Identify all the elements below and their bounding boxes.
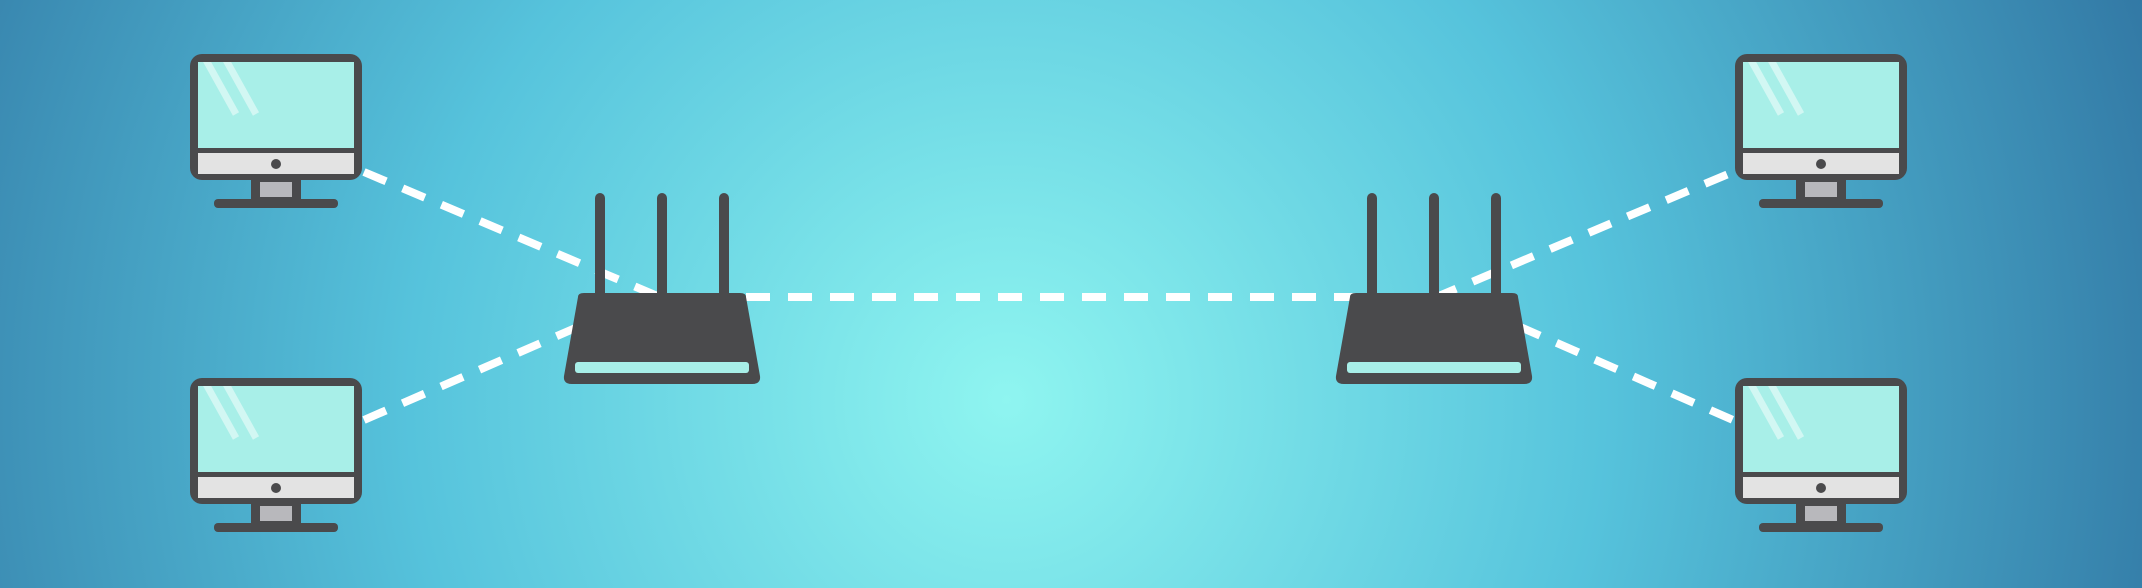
network-diagram-canvas xyxy=(0,0,2142,588)
power-dot xyxy=(1816,483,1826,493)
router-antenna xyxy=(719,193,729,305)
monitor-screen xyxy=(198,62,354,148)
router-antenna xyxy=(1429,193,1439,305)
network-diagram xyxy=(0,0,2142,588)
router-status-light xyxy=(575,362,749,373)
monitor-neck-inner xyxy=(260,506,292,521)
router-antenna xyxy=(1491,193,1501,305)
monitor-neck-inner xyxy=(260,182,292,197)
monitor-screen xyxy=(198,386,354,472)
monitor-base xyxy=(214,199,338,208)
monitor-neck-inner xyxy=(1805,506,1837,521)
power-dot xyxy=(1816,159,1826,169)
power-dot xyxy=(271,483,281,493)
monitor-neck-inner xyxy=(1805,182,1837,197)
router-antenna xyxy=(595,193,605,305)
router-status-light xyxy=(1347,362,1521,373)
monitor-screen xyxy=(1743,62,1899,148)
power-dot xyxy=(271,159,281,169)
router-antenna xyxy=(657,193,667,305)
monitor-screen xyxy=(1743,386,1899,472)
monitor-base xyxy=(1759,199,1883,208)
router-antenna xyxy=(1367,193,1377,305)
monitor-base xyxy=(214,523,338,532)
monitor-base xyxy=(1759,523,1883,532)
